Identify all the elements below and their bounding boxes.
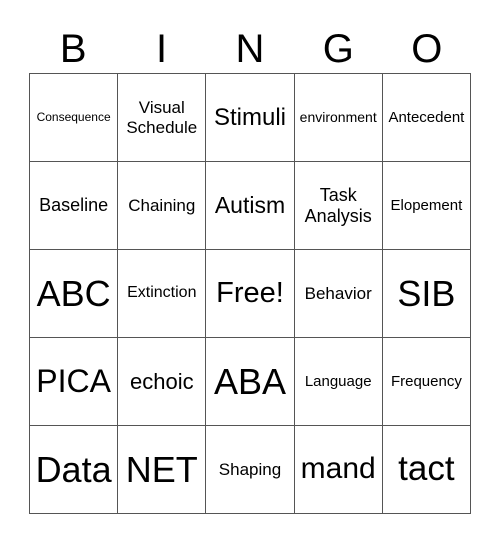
bingo-cell[interactable]: Language [294,338,383,426]
bingo-cell[interactable]: SIB [382,250,471,338]
bingo-cell[interactable]: Autism [206,162,295,250]
bingo-card-grid: Consequence Visual Schedule Stimuli envi… [29,73,471,514]
bingo-cell[interactable]: Antecedent [382,74,471,162]
bingo-cell[interactable]: echoic [118,338,207,426]
bingo-cell[interactable]: ABC [30,250,119,338]
bingo-cell[interactable]: ABA [206,338,295,426]
bingo-cell[interactable]: Stimuli [206,74,295,162]
header-letter-b: B [59,27,87,71]
bingo-cell[interactable]: Task Analysis [294,162,383,250]
header-letter-g: G [322,27,354,71]
bingo-cell[interactable]: Consequence [30,74,119,162]
bingo-header: B I N G O [29,26,471,72]
bingo-cell[interactable]: tact [382,426,471,514]
bingo-cell[interactable]: Elopement [382,162,471,250]
bingo-cell[interactable]: Behavior [294,250,383,338]
bingo-cell[interactable]: Data [30,426,119,514]
bingo-cell[interactable]: environment [294,74,383,162]
bingo-cell[interactable]: Visual Schedule [118,74,207,162]
free-space-cell[interactable]: Free! [206,250,295,338]
bingo-cell[interactable]: Frequency [382,338,471,426]
bingo-cell[interactable]: Chaining [118,162,207,250]
bingo-cell[interactable]: PICA [30,338,119,426]
bingo-cell[interactable]: mand [294,426,383,514]
bingo-cell[interactable]: Baseline [30,162,119,250]
bingo-cell[interactable]: NET [118,426,207,514]
header-letter-i: I [156,27,168,71]
header-letter-o: O [411,27,443,71]
bingo-cell[interactable]: Extinction [118,250,207,338]
header-letter-n: N [235,27,265,71]
bingo-cell[interactable]: Shaping [206,426,295,514]
